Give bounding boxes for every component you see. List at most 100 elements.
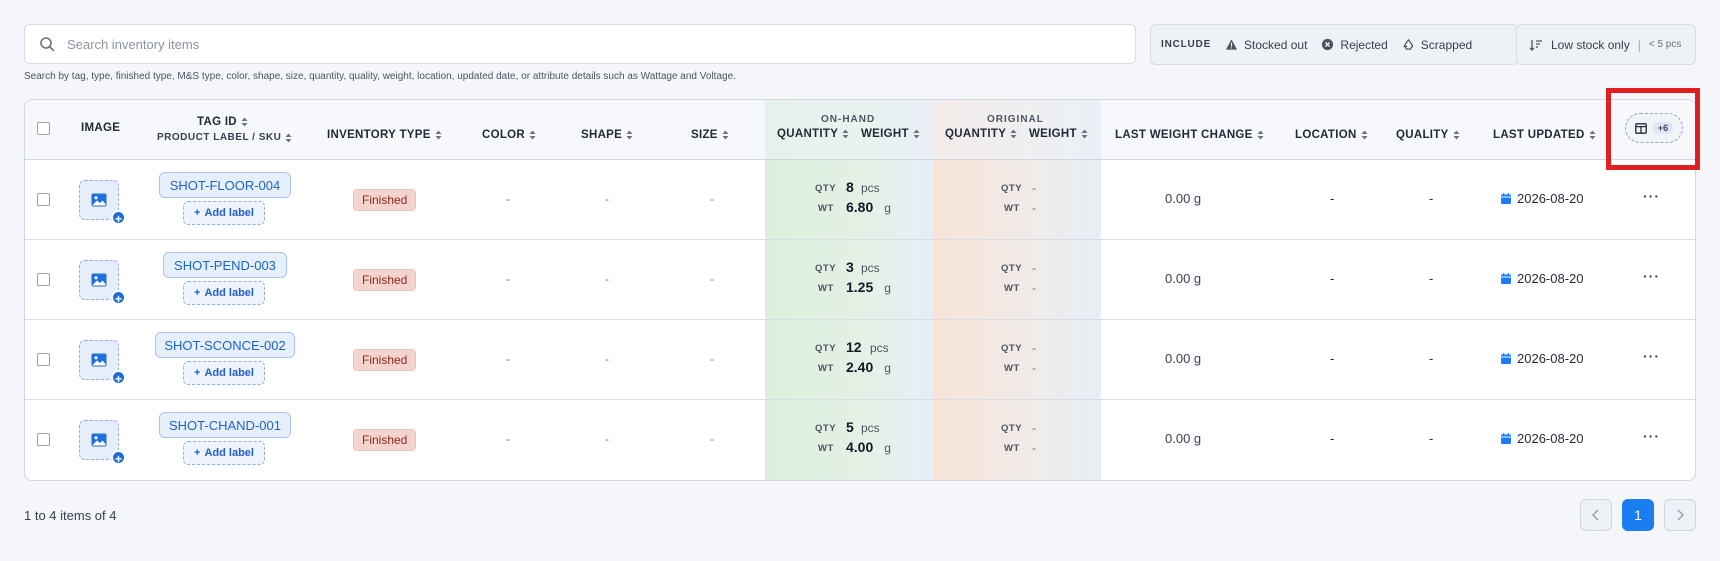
calendar-icon	[1501, 433, 1511, 444]
onhand-wt-label: WT	[818, 363, 834, 374]
column-onhand-weight[interactable]: WEIGHT	[861, 128, 920, 140]
onhand-wt-label: WT	[818, 203, 834, 214]
onhand-qty-label: QTY	[815, 343, 837, 354]
select-all-checkbox[interactable]	[37, 122, 50, 135]
column-last-updated-label: LAST UPDATED	[1493, 129, 1585, 141]
column-location-label: LOCATION	[1295, 129, 1357, 141]
last-updated-cell: 2026-08-20	[1501, 351, 1584, 366]
tag-id-chip[interactable]: SHOT-FLOOR-004	[158, 172, 292, 198]
sort-icon	[529, 130, 536, 140]
low-stock-toggle[interactable]: Low stock only | < 5 pcs	[1516, 24, 1696, 65]
tag-id-chip[interactable]: SHOT-PEND-003	[162, 252, 288, 278]
shape-value: -	[605, 192, 609, 206]
onhand-qty-value: 8	[846, 179, 854, 195]
column-onhand-quantity[interactable]: QUANTITY	[777, 128, 849, 140]
column-onhand-weight-label: WEIGHT	[861, 128, 909, 140]
include-rejected[interactable]: Rejected	[1321, 38, 1388, 52]
low-stock-divider: |	[1637, 37, 1641, 52]
column-color-label: COLOR	[482, 129, 526, 141]
last-weight-change-value: 0.00 g	[1165, 191, 1202, 206]
search-bar[interactable]	[24, 24, 1136, 64]
row-checkbox[interactable]	[37, 433, 50, 446]
column-quality[interactable]: QUALITY	[1396, 129, 1460, 141]
row-checkbox[interactable]	[37, 193, 50, 206]
add-image-icon: +	[111, 210, 126, 226]
highlight-box	[1606, 88, 1700, 170]
column-onhand-quantity-label: QUANTITY	[777, 128, 839, 140]
table-row[interactable]: + SHOT-CHAND-001 + Add label Finished - -…	[25, 400, 1695, 480]
column-inventory-type[interactable]: INVENTORY TYPE	[327, 129, 442, 141]
column-size-label: SIZE	[691, 129, 718, 141]
prev-page-button[interactable]	[1580, 499, 1612, 531]
shape-value: -	[605, 272, 609, 286]
onhand-qty-unit: pcs	[870, 341, 889, 355]
image-upload-button[interactable]: +	[79, 420, 126, 466]
column-shape[interactable]: SHAPE	[581, 129, 633, 141]
sort-icon	[1257, 130, 1264, 140]
add-label-button[interactable]: + Add label	[183, 201, 265, 225]
onhand-wt-value: 2.40	[846, 359, 874, 375]
table-row[interactable]: + SHOT-FLOOR-004 + Add label Finished - -…	[25, 160, 1695, 240]
include-scrapped[interactable]: Scrapped	[1402, 38, 1472, 52]
add-label-button[interactable]: + Add label	[183, 281, 265, 305]
row-more-button[interactable]: ···	[1643, 188, 1660, 204]
column-original-quantity[interactable]: QUANTITY	[945, 128, 1017, 140]
column-last-weight-change[interactable]: LAST WEIGHT CHANGE	[1115, 129, 1264, 141]
table-header: IMAGE TAG ID PRODUCT LABEL / SKU INVENTO…	[25, 100, 1695, 160]
original-wt-value: -	[1032, 441, 1036, 455]
sort-icon	[285, 133, 292, 142]
original-qty-label: QTY	[1001, 343, 1023, 354]
onhand-wt-value: 6.80	[846, 199, 874, 215]
row-checkbox[interactable]	[37, 273, 50, 286]
chevron-right-icon	[1677, 509, 1685, 521]
inventory-type-badge: Finished	[353, 269, 417, 291]
image-upload-button[interactable]: +	[79, 180, 126, 226]
row-more-button[interactable]: ···	[1643, 268, 1660, 284]
table-row[interactable]: + SHOT-SCONCE-002 + Add label Finished - …	[25, 320, 1695, 400]
sort-descending-icon	[1529, 39, 1542, 51]
image-icon	[91, 353, 107, 367]
onhand-qty-label: QTY	[815, 183, 837, 194]
row-checkbox[interactable]	[37, 353, 50, 366]
page-button-current[interactable]: 1	[1622, 499, 1654, 531]
original-qty-label: QTY	[1001, 263, 1023, 274]
row-more-button[interactable]: ···	[1643, 428, 1660, 444]
row-more-button[interactable]: ···	[1643, 348, 1660, 364]
image-upload-button[interactable]: +	[79, 340, 126, 386]
shape-value: -	[605, 432, 609, 446]
size-value: -	[710, 192, 714, 206]
column-last-updated[interactable]: LAST UPDATED	[1493, 129, 1596, 141]
image-upload-button[interactable]: +	[79, 260, 126, 306]
location-value: -	[1330, 271, 1335, 286]
include-stocked-out[interactable]: Stocked out	[1225, 38, 1307, 52]
quality-value: -	[1429, 351, 1434, 366]
column-location[interactable]: LOCATION	[1295, 129, 1368, 141]
next-page-button[interactable]	[1664, 499, 1696, 531]
inventory-type-badge: Finished	[353, 429, 417, 451]
original-wt-value: -	[1032, 361, 1036, 375]
column-image: IMAGE	[81, 122, 120, 134]
column-original-weight[interactable]: WEIGHT	[1029, 128, 1088, 140]
add-label-text: Add label	[204, 287, 254, 299]
x-circle-icon	[1322, 38, 1334, 51]
column-product-label[interactable]: PRODUCT LABEL / SKU	[157, 132, 292, 143]
search-input[interactable]	[67, 36, 1067, 52]
include-label: INCLUDE	[1161, 39, 1212, 50]
size-value: -	[710, 352, 714, 366]
add-label-button[interactable]: + Add label	[183, 441, 265, 465]
onhand-wt-label: WT	[818, 283, 834, 294]
tag-id-chip[interactable]: SHOT-CHAND-001	[158, 412, 292, 438]
add-label-button[interactable]: + Add label	[183, 361, 265, 385]
onhand-qty-unit: pcs	[861, 421, 880, 435]
onhand-qty-unit: pcs	[861, 261, 880, 275]
low-stock-label: Low stock only	[1551, 37, 1630, 52]
column-tag-id[interactable]: TAG ID	[197, 116, 248, 128]
column-size[interactable]: SIZE	[691, 129, 729, 141]
tag-id-chip[interactable]: SHOT-SCONCE-002	[154, 332, 296, 358]
column-color[interactable]: COLOR	[482, 129, 536, 141]
sort-icon	[435, 130, 442, 140]
last-weight-change-value: 0.00 g	[1165, 351, 1202, 366]
table-row[interactable]: + SHOT-PEND-003 + Add label Finished - - …	[25, 240, 1695, 320]
location-value: -	[1330, 191, 1335, 206]
onhand-qty-value: 5	[846, 419, 854, 435]
